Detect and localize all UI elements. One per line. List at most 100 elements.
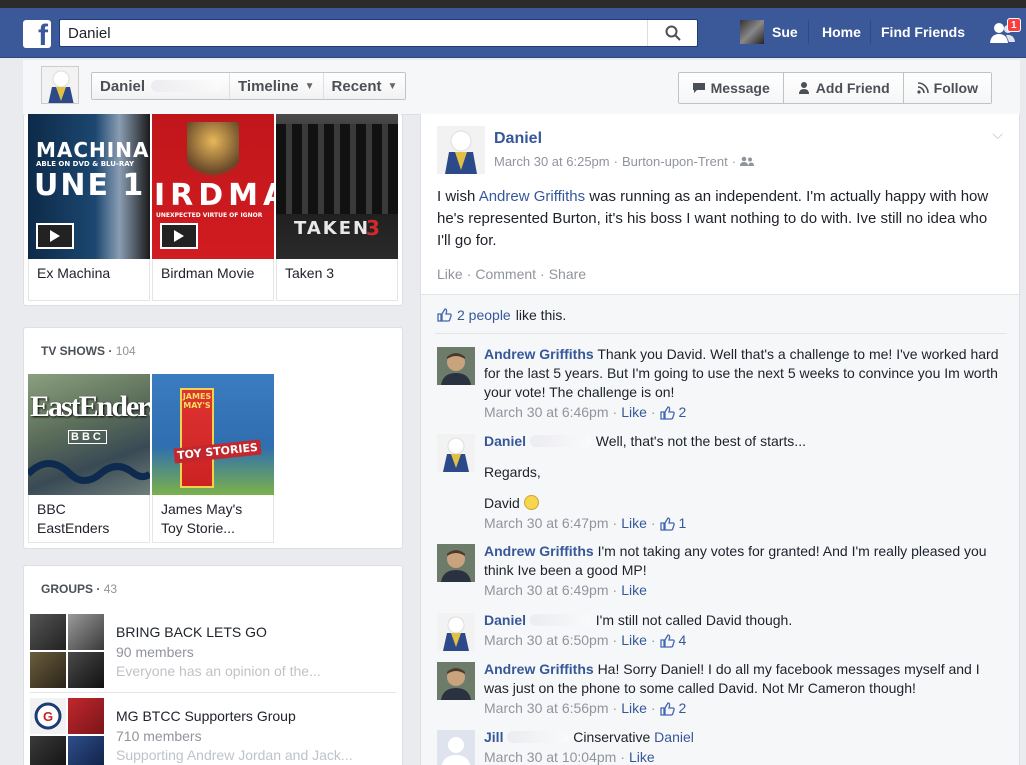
search-icon [665, 25, 681, 41]
post-author-name[interactable]: Daniel [494, 130, 542, 148]
movie-poster: MACHINA ABLE ON DVD & BLU-RAY UNE 1 [28, 114, 150, 259]
group-thumbnails: G [30, 698, 104, 765]
add-friend-button[interactable]: Add Friend [783, 73, 904, 103]
message-button[interactable]: Message [678, 73, 784, 103]
group-meta: 710 members Supporting Andrew Jordan and … [116, 728, 353, 763]
post-meta: March 30 at 6:25pm · Burton-upon-Trent · [494, 154, 755, 169]
commenter-avatar[interactable] [437, 613, 475, 651]
group-name[interactable]: BRING BACK LETS GO [116, 624, 267, 640]
nav-profile-link[interactable]: Sue [740, 20, 798, 44]
comment-link[interactable]: Comment [475, 266, 536, 282]
movies-section: MACHINA ABLE ON DVD & BLU-RAY UNE 1 Ex M… [23, 114, 403, 306]
commenter-avatar[interactable] [437, 347, 475, 385]
section-header: TV SHOWS · 104 [41, 344, 136, 358]
breadcrumb-profile[interactable]: Daniel [92, 73, 231, 99]
search-button[interactable] [647, 20, 697, 46]
group-name[interactable]: MG BTCC Supporters Group [116, 708, 296, 724]
thumbs-up-icon [659, 701, 675, 716]
comment-like-link[interactable]: Like [629, 748, 655, 765]
tv-shows-section: TV SHOWS · 104 EastEnders BBC BBC EastEnd… [23, 327, 403, 549]
default-avatar-icon [437, 730, 475, 765]
movie-caption: Taken 3 [276, 259, 398, 301]
commenter-name[interactable]: Andrew Griffiths [484, 543, 594, 559]
commenter-name[interactable]: Jill [484, 729, 503, 745]
comment-body: Andrew Griffiths Thank you David. Well t… [484, 345, 1004, 422]
play-button[interactable] [36, 223, 74, 249]
commenter-avatar[interactable] [437, 730, 475, 765]
like-link[interactable]: Like [437, 266, 463, 282]
post-author-avatar[interactable] [437, 126, 485, 174]
comment-likes-count[interactable]: 1 [679, 514, 687, 533]
tv-tile[interactable]: EastEnders BBC BBC EastEnders [28, 374, 150, 543]
movie-tile[interactable]: TAKEN 3 Taken 3 [276, 114, 398, 301]
comment-like-link[interactable]: Like [621, 581, 647, 600]
breadcrumb-timeline[interactable]: Timeline ▼ [230, 73, 324, 99]
nav-home-link[interactable]: Home [822, 24, 861, 40]
profile-avatar[interactable] [41, 66, 79, 104]
comment-like-link[interactable]: Like [621, 403, 647, 422]
tv-tile[interactable]: JAMES MAY'S TOY STORIES James May's Toy S… [152, 374, 274, 543]
breadcrumb: Daniel Timeline ▼ Recent ▼ [91, 72, 407, 100]
post-timestamp[interactable]: March 30 at 6:25pm [494, 154, 610, 169]
nav-find-friends-link[interactable]: Find Friends [881, 24, 965, 40]
audience-friends-icon[interactable] [740, 156, 755, 167]
share-link[interactable]: Share [549, 266, 586, 282]
timeline-header: Daniel Timeline ▼ Recent ▼ Message Add Fri… [23, 60, 1020, 115]
search-input[interactable] [60, 20, 640, 46]
movie-caption: Ex Machina [28, 259, 150, 301]
post-options-chevron-icon[interactable]: ⌵ [992, 126, 1003, 143]
comment-like-link[interactable]: Like [621, 514, 647, 533]
play-button[interactable] [160, 223, 198, 249]
follow-button[interactable]: Follow [903, 73, 991, 103]
group-thumbnails [30, 614, 104, 688]
commenter-avatar[interactable] [437, 662, 475, 700]
tv-poster: EastEnders BBC [28, 374, 150, 495]
commenter-name[interactable]: Andrew Griffiths [484, 346, 594, 362]
comment-body: Andrew Griffiths I'm not taking any vote… [484, 542, 1004, 600]
facebook-logo-icon[interactable]: f [23, 20, 51, 48]
movie-tile[interactable]: IRDMA UNEXPECTED VIRTUE OF IGNOR Birdman… [152, 114, 274, 301]
commenter-avatar[interactable] [437, 544, 475, 582]
group-item[interactable]: G MG BTCC Supporters Group 710 members Su… [30, 698, 396, 765]
poster-crowd [276, 124, 398, 214]
post-location[interactable]: Burton-upon-Trent [622, 154, 728, 169]
commenter-avatar[interactable] [437, 434, 475, 472]
play-icon [50, 230, 60, 242]
breadcrumb-recent[interactable]: Recent ▼ [323, 73, 406, 99]
add-friend-icon [798, 82, 809, 94]
avatar-image [437, 613, 475, 651]
divider [30, 692, 396, 693]
commenter-name[interactable]: Daniel [484, 433, 526, 449]
comment-likes-count[interactable]: 2 [679, 699, 687, 718]
comment-meta: March 30 at 6:56pm · Like · 2 [484, 699, 687, 718]
friend-requests-badge: 1 [1007, 18, 1021, 32]
comment-likes-count[interactable]: 4 [679, 631, 687, 650]
commenter-name[interactable]: Andrew Griffiths [484, 661, 594, 677]
mention-link[interactable]: Daniel [654, 729, 694, 745]
poster-number: 3 [366, 216, 380, 240]
caret-down-icon: ▼ [387, 80, 398, 92]
caret-down-icon: ▼ [304, 80, 315, 92]
comment-like-link[interactable]: Like [621, 631, 647, 650]
commenter-name[interactable]: Daniel [484, 612, 526, 628]
likes-summary: 2 people like this. [437, 307, 566, 323]
nav-divider [870, 20, 871, 44]
post-actions: Like · Comment · Share [437, 266, 587, 282]
comment-like-link[interactable]: Like [621, 699, 647, 718]
movie-tile[interactable]: MACHINA ABLE ON DVD & BLU-RAY UNE 1 Ex M… [28, 114, 150, 301]
comment-likes-count[interactable]: 2 [679, 403, 687, 422]
redacted-text [151, 80, 222, 92]
avatar-image [437, 434, 475, 472]
divider [435, 333, 1007, 334]
likes-count-link[interactable]: 2 people [457, 307, 511, 323]
thames-map [28, 460, 150, 484]
comment-body: Jill Cinservative Daniel March 30 at 10:… [484, 728, 1004, 765]
play-icon [174, 230, 184, 242]
profile-actions: Message Add Friend Follow [677, 72, 992, 104]
mention-link[interactable]: Andrew Griffiths [479, 188, 585, 205]
thumbs-up-icon [437, 308, 452, 322]
thumbs-up-icon [659, 633, 675, 648]
btcc-logo-icon: G [34, 702, 62, 730]
group-item[interactable]: BRING BACK LETS GO 90 members Everyone ha… [30, 614, 396, 688]
movie-poster: IRDMA UNEXPECTED VIRTUE OF IGNOR [152, 114, 274, 259]
